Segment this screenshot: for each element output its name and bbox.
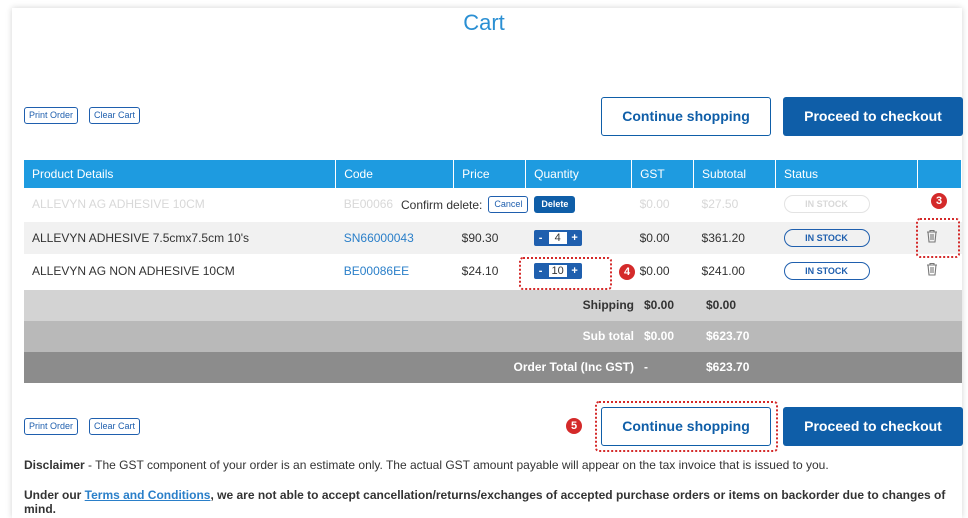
product-name: ALLEVYN ADHESIVE 7.5cmx7.5cm 10's <box>24 221 336 255</box>
terms-link[interactable]: Terms and Conditions <box>85 488 211 502</box>
product-name: ALLEVYN AG ADHESIVE 10CM <box>24 188 336 222</box>
quantity-decrement-button[interactable]: - <box>536 230 546 246</box>
subtotal-label: Sub total <box>582 329 634 343</box>
highlight-quantity <box>519 257 612 290</box>
cancel-delete-button[interactable]: Cancel <box>488 196 529 213</box>
table-row: ALLEVYN AG NON ADHESIVE 10CM BE00086EE $… <box>24 254 962 288</box>
product-code-link[interactable]: BE00086EE <box>335 254 454 288</box>
proceed-to-checkout-button[interactable]: Proceed to checkout <box>783 407 963 446</box>
status-badge: IN STOCK <box>783 228 870 247</box>
clear-cart-button[interactable]: Clear Cart <box>89 418 141 435</box>
order-total-gst: - <box>644 360 648 374</box>
header-subtotal: Subtotal <box>693 160 777 188</box>
confirm-delete-button[interactable]: Delete <box>534 196 576 213</box>
quantity-increment-button[interactable]: + <box>570 230 580 246</box>
gst-value: $0.00 <box>631 221 694 255</box>
annotation-badge-4: 4 <box>619 264 635 280</box>
annotation-badge-5: 5 <box>566 418 582 434</box>
gst-value: $0.00 <box>631 254 694 288</box>
annotation-badge-3: 3 <box>931 193 947 209</box>
trash-icon[interactable] <box>925 262 939 276</box>
quantity-input[interactable]: 4 <box>548 231 567 244</box>
header-code: Code <box>335 160 455 188</box>
disclaimer-label: Disclaimer <box>24 458 85 472</box>
status-badge: IN STOCK <box>783 195 870 214</box>
order-total-row: Order Total (Inc GST) - $623.70 <box>24 352 962 383</box>
header-quantity: Quantity <box>525 160 633 188</box>
shipping-value: $0.00 <box>706 298 737 312</box>
confirm-delete-label: Confirm delete: <box>401 197 483 212</box>
terms-notice: Under our Terms and Conditions, we are n… <box>24 488 968 516</box>
table-row: ALLEVYN ADHESIVE 7.5cmx7.5cm 10's SN6600… <box>24 221 962 255</box>
table-header-row: Product Details Code Price Quantity GST … <box>24 160 963 188</box>
cart-table: Product Details Code Price Quantity GST … <box>24 160 963 288</box>
order-total-value: $623.70 <box>706 360 750 374</box>
quantity-stepper: - 4 + <box>533 229 582 246</box>
disclaimer: Disclaimer - The GST component of your o… <box>24 458 829 472</box>
product-name: ALLEVYN AG NON ADHESIVE 10CM <box>24 254 336 288</box>
page-title: Cart <box>463 10 505 35</box>
price-value: $24.10 <box>453 254 526 288</box>
clear-cart-button[interactable]: Clear Cart <box>89 107 141 124</box>
header-status: Status <box>775 160 918 188</box>
order-total-label: Order Total (Inc GST) <box>513 360 634 374</box>
highlight-continue-shopping <box>595 401 778 452</box>
shipping-label: Shipping <box>582 298 634 312</box>
subtotal-gst: $0.00 <box>644 329 675 343</box>
continue-shopping-button[interactable]: Continue shopping <box>601 97 771 136</box>
proceed-to-checkout-button[interactable]: Proceed to checkout <box>783 97 963 136</box>
terms-prefix: Under our <box>24 488 85 502</box>
gst-value: $0.00 <box>631 188 694 222</box>
confirm-delete-prompt: Confirm delete: Cancel Delete <box>398 196 579 213</box>
subtotal-value: $241.00 <box>693 254 776 288</box>
product-code-link[interactable]: SN66000043 <box>335 221 454 255</box>
disclaimer-text: - The GST component of your order is an … <box>84 458 829 472</box>
subtotal-row: Sub total $0.00 $623.70 <box>24 321 962 352</box>
subtotal-value: $27.50 <box>693 188 776 222</box>
subtotal-value: $361.20 <box>693 221 776 255</box>
price-value: $90.30 <box>453 221 526 255</box>
header-gst: GST <box>631 160 695 188</box>
header-product: Product Details <box>24 160 337 188</box>
shipping-gst: $0.00 <box>644 298 675 312</box>
highlight-trash <box>916 218 960 258</box>
status-badge: IN STOCK <box>783 261 870 280</box>
shipping-row: Shipping $0.00 $0.00 <box>24 290 962 321</box>
print-order-button[interactable]: Print Order <box>24 418 79 435</box>
header-actions <box>917 160 963 188</box>
print-order-button[interactable]: Print Order <box>24 107 79 124</box>
subtotal-total: $623.70 <box>706 329 750 343</box>
header-price: Price <box>453 160 527 188</box>
